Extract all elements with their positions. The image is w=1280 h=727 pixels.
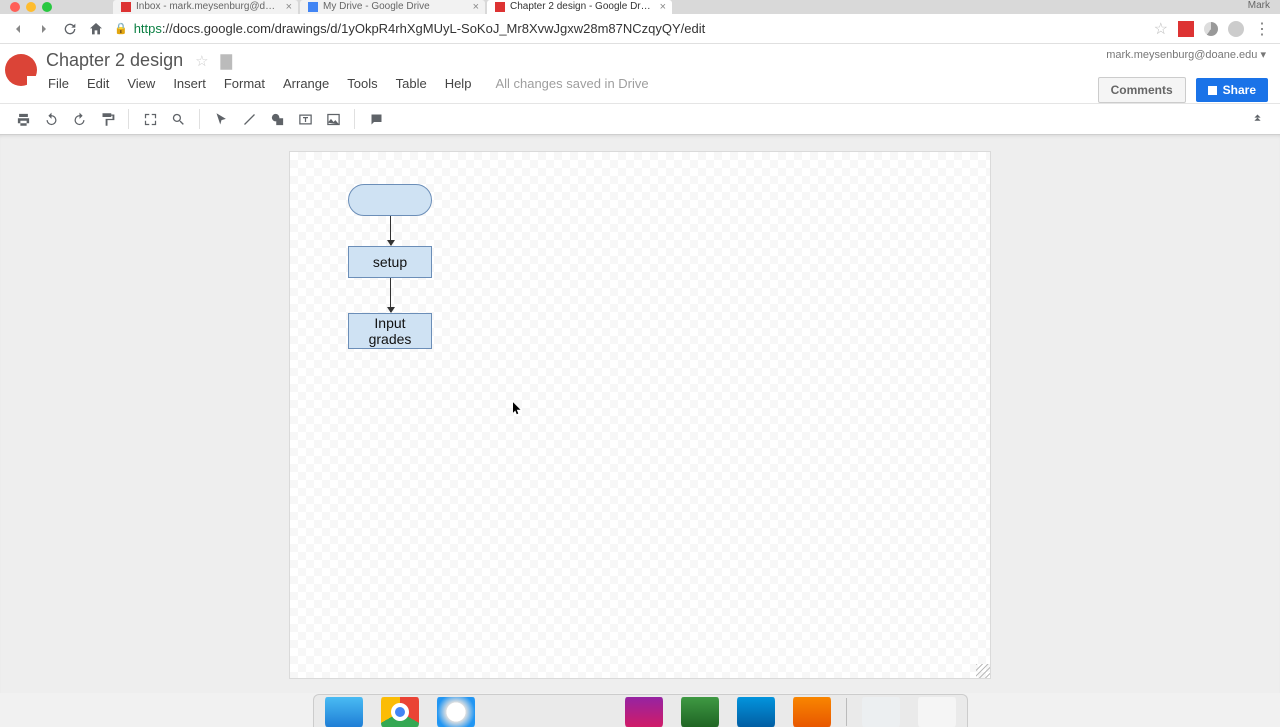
tab-close-icon[interactable]: × <box>473 0 479 14</box>
browser-tabstrip: Inbox - mark.meysenburg@d… × My Drive - G… <box>0 0 1280 14</box>
comments-button[interactable]: Comments <box>1098 77 1186 103</box>
browser-tab[interactable]: Chapter 2 design - Google Dr… × <box>487 0 672 14</box>
flow-process-shape[interactable]: setup <box>348 246 432 278</box>
profile-avatar-icon[interactable] <box>1228 21 1244 37</box>
browser-toolbar: 🔒 https://docs.google.com/drawings/d/1yO… <box>0 14 1280 44</box>
window-minimize-icon[interactable] <box>26 2 36 12</box>
favicon-icon <box>121 2 131 12</box>
menu-file[interactable]: File <box>48 76 69 91</box>
tab-title: Inbox - mark.meysenburg@d… <box>136 0 275 14</box>
dock-app[interactable] <box>790 697 834 727</box>
star-icon[interactable]: ☆ <box>195 52 208 70</box>
url-path: ://docs.google.com/drawings/d/1yOkpR4rhX… <box>162 21 705 36</box>
shape-text: Input grades <box>369 315 412 347</box>
menu-format[interactable]: Format <box>224 76 265 91</box>
menu-insert[interactable]: Insert <box>173 76 206 91</box>
menu-view[interactable]: View <box>127 76 155 91</box>
paint-format-icon[interactable] <box>96 108 118 130</box>
line-tool-icon[interactable] <box>238 108 260 130</box>
favicon-icon <box>495 2 505 12</box>
shape-text: setup <box>373 254 407 270</box>
docs-toolbar <box>0 103 1280 135</box>
lock-icon: 🔒 <box>114 22 128 35</box>
account-email[interactable]: mark.meysenburg@doane.edu ▾ <box>1098 44 1280 61</box>
flow-arrow[interactable] <box>390 216 391 245</box>
dock-app[interactable] <box>678 697 722 727</box>
nav-back-icon[interactable] <box>10 21 26 37</box>
flow-arrow[interactable] <box>390 278 391 312</box>
dock-app-finder[interactable] <box>322 697 366 727</box>
mouse-cursor-icon <box>513 402 522 416</box>
window-close-icon[interactable] <box>10 2 20 12</box>
tab-title: My Drive - Google Drive <box>323 0 430 14</box>
undo-icon[interactable] <box>40 108 62 130</box>
dock-app-chrome[interactable] <box>378 697 422 727</box>
extension-icon[interactable] <box>1178 21 1194 37</box>
dock-app[interactable] <box>859 697 903 727</box>
lock-icon <box>1208 86 1217 95</box>
browser-tab[interactable]: My Drive - Google Drive × <box>300 0 485 14</box>
window-zoom-icon[interactable] <box>42 2 52 12</box>
share-button[interactable]: Share <box>1196 78 1268 102</box>
select-tool-icon[interactable] <box>210 108 232 130</box>
address-bar[interactable]: 🔒 https://docs.google.com/drawings/d/1yO… <box>114 21 1144 36</box>
tab-close-icon[interactable]: × <box>660 0 666 14</box>
nav-reload-icon[interactable] <box>62 21 78 37</box>
dock-app-safari[interactable] <box>434 697 478 727</box>
menu-bar: File Edit View Insert Format Arrange Too… <box>42 71 1098 97</box>
favicon-icon <box>308 2 318 12</box>
dock-app[interactable] <box>734 697 778 727</box>
menu-tools[interactable]: Tools <box>347 76 377 91</box>
share-label: Share <box>1223 83 1256 97</box>
dock-app[interactable] <box>622 697 666 727</box>
url-scheme: https <box>134 21 162 36</box>
menu-edit[interactable]: Edit <box>87 76 109 91</box>
drawing-canvas[interactable]: setup Input grades <box>289 151 991 679</box>
browser-tab[interactable]: Inbox - mark.meysenburg@d… × <box>113 0 298 14</box>
dock-trash-icon[interactable] <box>915 697 959 727</box>
move-to-folder-icon[interactable]: ▇ <box>221 52 233 70</box>
extension-icon[interactable] <box>1204 22 1218 36</box>
image-tool-icon[interactable] <box>322 108 344 130</box>
canvas-resize-handle[interactable] <box>976 664 990 678</box>
save-status: All changes saved in Drive <box>495 76 648 91</box>
docs-header: Chapter 2 design ☆ ▇ File Edit View Inse… <box>0 44 1280 103</box>
menu-table[interactable]: Table <box>396 76 427 91</box>
dock-separator <box>846 698 847 726</box>
print-icon[interactable] <box>12 108 34 130</box>
flow-process-shape[interactable]: Input grades <box>348 313 432 349</box>
browser-profile-name[interactable]: Mark <box>1248 0 1270 11</box>
document-title[interactable]: Chapter 2 design <box>46 50 183 71</box>
comment-tool-icon[interactable] <box>365 108 387 130</box>
tab-title: Chapter 2 design - Google Dr… <box>510 0 651 14</box>
macos-dock <box>0 693 1280 727</box>
shape-tool-icon[interactable] <box>266 108 288 130</box>
menu-help[interactable]: Help <box>445 76 472 91</box>
bookmark-star-icon[interactable]: ☆ <box>1154 19 1168 39</box>
drawings-logo-icon[interactable] <box>0 44 42 96</box>
work-area: setup Input grades <box>0 135 1280 693</box>
zoom-icon[interactable] <box>167 108 189 130</box>
tab-close-icon[interactable]: × <box>286 0 292 14</box>
redo-icon[interactable] <box>68 108 90 130</box>
nav-home-icon[interactable] <box>88 21 104 37</box>
collapse-toolbar-icon[interactable] <box>1246 108 1268 130</box>
menu-arrange[interactable]: Arrange <box>283 76 329 91</box>
chrome-menu-icon[interactable]: ⋮ <box>1254 19 1270 39</box>
flow-terminator-shape[interactable] <box>348 184 432 216</box>
textbox-tool-icon[interactable] <box>294 108 316 130</box>
nav-forward-icon <box>36 21 52 37</box>
fit-icon[interactable] <box>139 108 161 130</box>
